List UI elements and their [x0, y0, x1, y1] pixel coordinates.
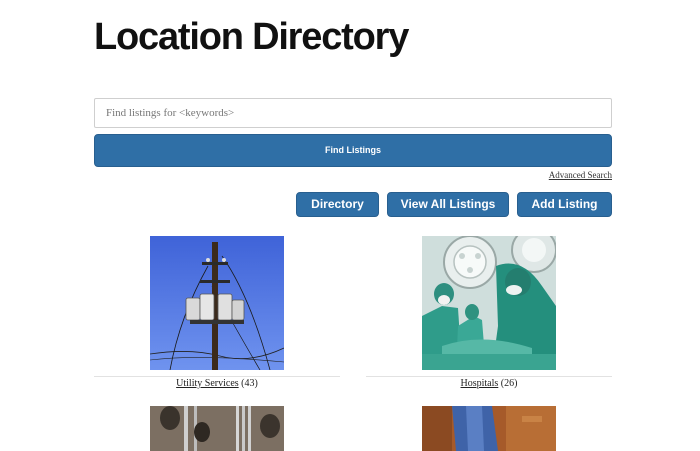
restaurants-image[interactable] [150, 406, 284, 451]
utility-services-image[interactable] [150, 236, 284, 370]
category-link[interactable]: Utility Services [176, 378, 239, 389]
category-hospitals: Hospitals (26) [366, 378, 612, 389]
category-divider [94, 376, 340, 377]
category-divider [366, 376, 612, 377]
hospitals-image[interactable] [422, 236, 556, 370]
view-all-listings-button[interactable]: View All Listings [387, 192, 509, 217]
category-link[interactable]: Hospitals [461, 378, 499, 389]
industrial-image[interactable] [422, 406, 556, 451]
category-count: (26) [500, 378, 518, 389]
advanced-search-link[interactable]: Advanced Search [549, 170, 612, 180]
page-title: Location Directory [94, 16, 409, 58]
category-utility-services: Utility Services (43) [94, 378, 340, 389]
add-listing-button[interactable]: Add Listing [517, 192, 612, 217]
category-count: (43) [241, 378, 258, 389]
find-listings-button[interactable]: Find Listings [94, 134, 612, 167]
search-input[interactable] [94, 98, 612, 128]
directory-button[interactable]: Directory [296, 192, 379, 217]
